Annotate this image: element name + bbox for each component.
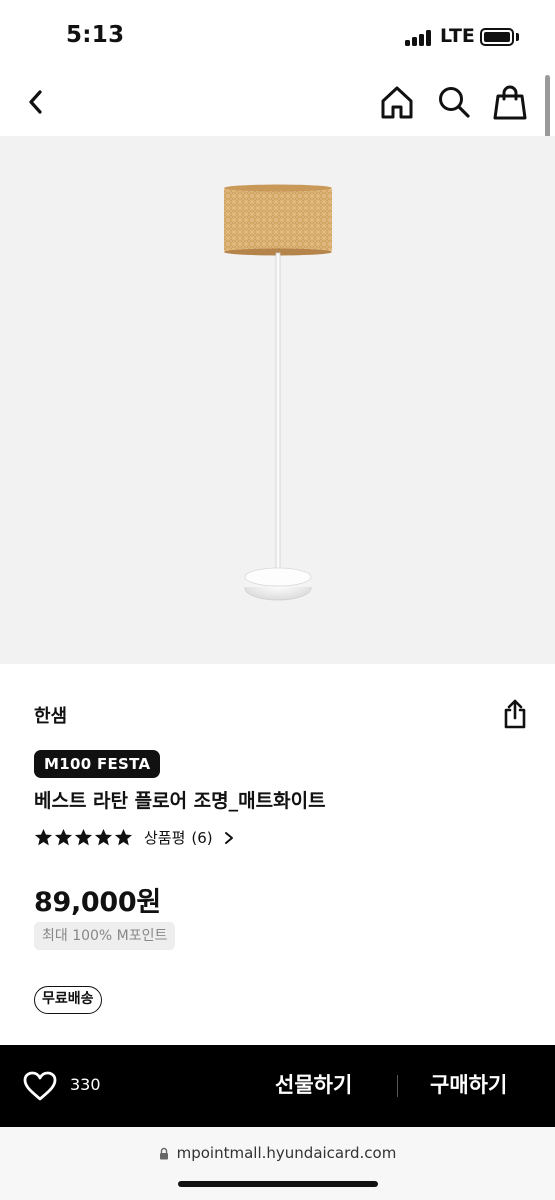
star-icon	[114, 828, 133, 846]
free-shipping-badge: 무료배송	[34, 986, 102, 1014]
star-icon	[74, 828, 93, 846]
back-chevron-icon	[29, 90, 42, 114]
product-title: 베스트 라탄 플로어 조명_매트화이트	[34, 790, 326, 812]
battery-icon	[480, 28, 514, 46]
product-price: 89,000원	[34, 887, 161, 918]
cart-button[interactable]	[490, 82, 530, 122]
battery-cap	[516, 33, 519, 41]
points-badge: 최대 100% M포인트	[34, 922, 176, 950]
browser-bar: mpointmall.hyundaicard.com	[0, 1127, 555, 1200]
search-button[interactable]	[434, 82, 474, 122]
buy-button[interactable]: 구매하기	[430, 1069, 507, 1099]
gift-button[interactable]: 선물하기	[275, 1069, 352, 1099]
promo-badge: M100 FESTA	[34, 750, 161, 778]
shopping-bag-icon	[493, 85, 527, 120]
star-icon	[54, 828, 73, 846]
action-divider	[397, 1075, 398, 1097]
nav-bar	[0, 70, 555, 136]
review-label: 상품평	[144, 829, 186, 847]
url-text: mpointmall.hyundaicard.com	[176, 1144, 397, 1162]
status-bar: 5:13 LTE	[0, 0, 555, 70]
address-bar[interactable]: mpointmall.hyundaicard.com	[0, 1144, 555, 1162]
product-image[interactable]	[0, 136, 555, 664]
network-type: LTE	[440, 25, 475, 47]
rating-row[interactable]: 상품평 (6)	[34, 827, 235, 848]
search-icon	[439, 87, 470, 118]
back-button[interactable]	[16, 82, 56, 122]
home-button[interactable]	[377, 82, 417, 122]
heart-icon	[23, 1071, 57, 1101]
floor-lamp-image	[224, 184, 332, 601]
like-count: 330	[70, 1075, 101, 1094]
lock-icon	[159, 1147, 168, 1159]
like-button[interactable]	[22, 1069, 58, 1103]
star-rating	[34, 828, 133, 847]
status-time: 5:13	[66, 22, 125, 48]
share-button[interactable]	[498, 696, 532, 732]
home-icon	[381, 86, 413, 119]
brand-name[interactable]: 한샘	[34, 702, 67, 728]
star-icon	[94, 828, 113, 846]
chevron-right-icon	[224, 831, 233, 844]
signal-bars-icon	[405, 30, 433, 46]
share-icon	[504, 699, 526, 729]
review-count: (6)	[191, 828, 213, 847]
action-bar: 330 선물하기 구매하기	[0, 1045, 555, 1127]
home-indicator[interactable]	[178, 1181, 378, 1187]
star-icon	[34, 828, 53, 846]
